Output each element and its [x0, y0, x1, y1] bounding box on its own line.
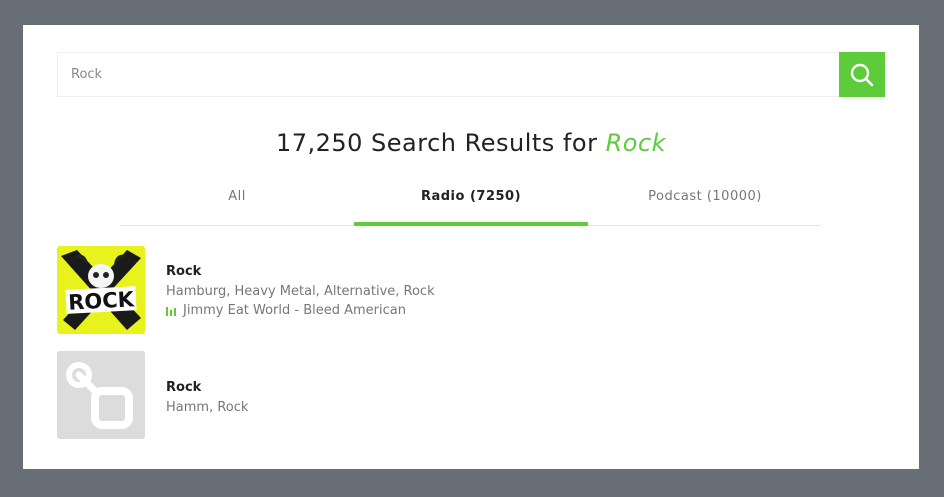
- rock-station-logo: ROCK: [57, 246, 145, 334]
- search-button[interactable]: [839, 52, 885, 97]
- results-heading: 17,250 Search Results for Rock: [23, 129, 919, 157]
- search-bar: [57, 52, 885, 97]
- placeholder-station-logo: [57, 351, 145, 439]
- result-subtitle: Hamburg, Heavy Metal, Alternative, Rock: [166, 284, 435, 299]
- now-playing: Jimmy Eat World - Bleed American: [166, 303, 406, 318]
- result-item[interactable]: ROCK Rock Hamburg, Heavy Metal, Alternat…: [57, 246, 857, 336]
- results-tabs: All Radio (7250) Podcast (10000): [120, 175, 821, 226]
- equalizer-icon: [166, 306, 176, 316]
- search-input[interactable]: [58, 53, 838, 96]
- tab-podcast[interactable]: Podcast (10000): [588, 175, 822, 225]
- tab-radio[interactable]: Radio (7250): [354, 175, 588, 226]
- result-item[interactable]: Rock Hamm, Rock: [57, 351, 857, 441]
- tab-all[interactable]: All: [120, 175, 354, 225]
- search-icon: [850, 63, 874, 86]
- results-count-text: 17,250 Search Results for: [275, 129, 598, 157]
- rock-logo-text: ROCK: [68, 287, 136, 314]
- results-query: Rock: [605, 129, 667, 157]
- result-title[interactable]: Rock: [166, 380, 201, 395]
- now-playing-text: Jimmy Eat World - Bleed American: [183, 303, 406, 318]
- search-results-card: 17,250 Search Results for Rock All Radio…: [23, 25, 919, 469]
- result-subtitle: Hamm, Rock: [166, 400, 249, 415]
- result-title[interactable]: Rock: [166, 264, 201, 279]
